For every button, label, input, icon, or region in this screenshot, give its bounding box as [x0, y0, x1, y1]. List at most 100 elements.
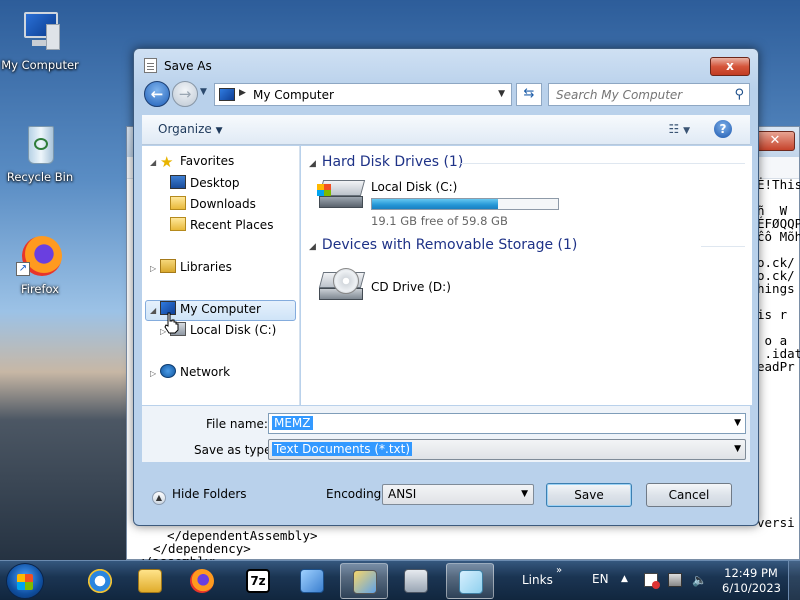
recent-places-icon [170, 217, 186, 231]
group-label: Hard Disk Drives (1) [321, 154, 464, 170]
clock-time: 12:49 PM [724, 566, 778, 580]
windows-logo-icon [17, 574, 33, 590]
clock-date: 6/10/2023 [722, 581, 781, 595]
close-button[interactable]: x [710, 57, 750, 76]
nav-label: Local Disk (C:) [190, 323, 277, 337]
expand-arrow-icon[interactable]: ▷ [150, 264, 160, 273]
collapse-arrow-icon[interactable]: ◢ [309, 159, 316, 169]
nav-item-network[interactable]: ▷ Network [150, 364, 230, 379]
hide-folders-label: Hide Folders [172, 487, 247, 501]
file-fields-panel: File name: MEMZ ▼ Save as type: Text Doc… [142, 406, 750, 462]
cancel-button[interactable]: Cancel [646, 483, 732, 507]
start-button[interactable] [6, 563, 44, 599]
change-view-button[interactable]: ☷ ▼ [669, 122, 691, 136]
clock[interactable]: 12:49 PM 6/10/2023 [722, 566, 781, 596]
address-bar[interactable]: ▶ My Computer ▼ [214, 83, 512, 106]
desktop-icon-label: My Computer [1, 58, 79, 72]
taskbar-notepad[interactable] [446, 563, 494, 599]
taskbar-7zip[interactable]: 7z [234, 563, 282, 599]
desktop-icon-label: Recycle Bin [6, 170, 74, 184]
breadcrumb-arrow-icon[interactable]: ▶ [239, 88, 246, 98]
file-name-value[interactable]: MEMZ [272, 416, 313, 430]
taskbar-explorer[interactable] [126, 563, 174, 599]
forward-button[interactable]: → [172, 81, 198, 107]
search-icon[interactable]: ⚲ [734, 87, 744, 102]
chevron-down-icon[interactable]: ▼ [734, 418, 741, 428]
nav-item-favorites[interactable]: ◢ ★ Favorites [150, 154, 235, 170]
collapse-arrow-icon[interactable]: ◢ [309, 242, 316, 252]
desktop-icon-firefox[interactable]: ↗ Firefox [0, 232, 80, 296]
nav-label: Downloads [190, 197, 256, 211]
group-divider [461, 163, 745, 164]
taskbar-keyboard[interactable] [392, 563, 440, 599]
text-line: hings [757, 281, 795, 296]
save-as-type-label: Save as type: [194, 443, 276, 457]
taskbar-control-panel[interactable] [288, 563, 336, 599]
chevron-down-icon[interactable]: ▼ [498, 89, 505, 99]
expand-arrow-icon[interactable]: ◢ [150, 306, 160, 315]
nav-label: Libraries [180, 260, 232, 274]
action-center-icon[interactable] [644, 573, 660, 589]
show-desktop-button[interactable] [788, 561, 800, 600]
save-as-type-select[interactable]: Text Documents (*.txt) ▼ [268, 439, 746, 460]
nav-label: Recent Places [190, 218, 274, 232]
drive-name: Local Disk (C:) [371, 180, 458, 194]
nav-item-downloads[interactable]: Downloads [170, 196, 256, 211]
nav-label: Network [180, 365, 231, 379]
network-tray-icon[interactable] [668, 573, 682, 587]
nav-label: My Computer [180, 302, 261, 316]
language-indicator[interactable]: EN [592, 572, 609, 586]
volume-muted-icon[interactable]: 🔈 [692, 573, 707, 587]
save-button[interactable]: Save [546, 483, 632, 507]
taskbar-setup[interactable] [340, 563, 388, 599]
taskbar-firefox[interactable] [178, 563, 226, 599]
nav-item-desktop[interactable]: Desktop [170, 175, 240, 190]
group-header-hard-disk-drives[interactable]: ◢ Hard Disk Drives (1) [309, 154, 463, 170]
chevron-down-icon[interactable]: ▼ [521, 489, 528, 499]
back-button[interactable]: ← [144, 81, 170, 107]
toolbar: Organize ▼ ☷ ▼ ? [142, 115, 750, 145]
search-box[interactable]: ⚲ [548, 83, 750, 106]
desktop-icon-label: Firefox [20, 282, 60, 296]
firefox-icon: ↗ [16, 232, 64, 280]
help-icon[interactable]: ? [714, 120, 732, 138]
file-list-area[interactable]: ◢ Hard Disk Drives (1) Local Disk (C:) 19… [301, 146, 752, 405]
nav-item-recent-places[interactable]: Recent Places [170, 217, 273, 232]
drive-free-space: 19.1 GB free of 59.8 GB [371, 214, 508, 228]
background-close-button[interactable]: ✕ [755, 131, 795, 151]
7zip-label: 7z [250, 574, 266, 588]
nav-label: Desktop [190, 176, 240, 190]
nav-label: Favorites [180, 154, 235, 168]
hard-disk-icon [317, 180, 366, 210]
encoding-select[interactable]: ANSI ▼ [382, 484, 534, 505]
search-input[interactable] [549, 84, 719, 105]
group-header-removable-storage[interactable]: ◢ Devices with Removable Storage (1) [309, 237, 577, 253]
text-line: eadPr [757, 359, 795, 374]
breadcrumb[interactable]: My Computer [253, 88, 334, 102]
desktop-icon-recycle-bin[interactable]: Recycle Bin [0, 120, 80, 184]
links-expand-icon[interactable]: » [556, 565, 562, 576]
downloads-folder-icon [170, 196, 186, 210]
organize-label: Organize [158, 122, 212, 136]
taskbar-internet-explorer[interactable] [76, 563, 124, 599]
nav-item-libraries[interactable]: ▷ Libraries [150, 259, 232, 274]
chevron-down-icon[interactable]: ▼ [734, 444, 741, 454]
expand-arrow-icon[interactable]: ◢ [150, 158, 160, 167]
file-name-input[interactable]: MEMZ ▼ [268, 413, 746, 434]
file-name-label: File name: [206, 417, 268, 431]
save-as-dialog[interactable]: Save As x ← → ▼ ▶ My Computer ▼ ⇆ ⚲ Orga… [133, 48, 759, 526]
expand-arrow-icon[interactable]: ▷ [150, 369, 160, 378]
group-label: Devices with Removable Storage (1) [321, 237, 578, 253]
history-dropdown-icon[interactable]: ▼ [200, 87, 210, 97]
refresh-button[interactable]: ⇆ [516, 83, 542, 106]
organize-button[interactable]: Organize ▼ [158, 122, 223, 136]
notepad-icon [459, 570, 483, 594]
encoding-label: Encoding: [326, 487, 386, 501]
chevron-down-icon: ▼ [215, 126, 223, 136]
links-toolbar[interactable]: Links [522, 573, 553, 587]
dialog-footer: ▲ Hide Folders Encoding: ANSI ▼ Save Canc… [142, 473, 750, 517]
firefox-icon [190, 569, 214, 593]
tray-expand-icon[interactable]: ▲ [621, 574, 628, 584]
desktop-icon-my-computer[interactable]: My Computer [0, 8, 80, 72]
hide-folders-button[interactable]: ▲ Hide Folders [152, 487, 247, 505]
